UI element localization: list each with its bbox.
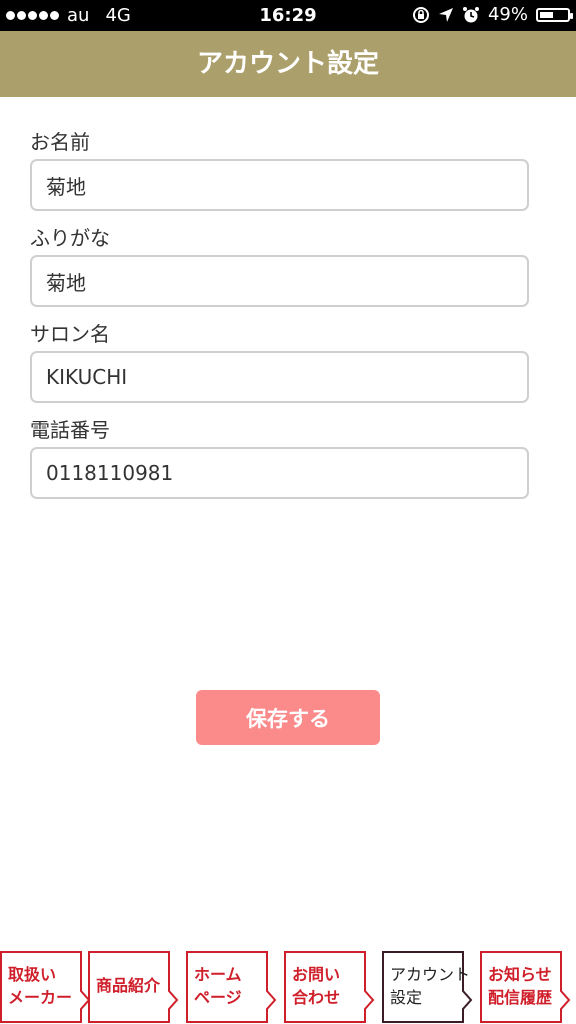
tab-account-settings[interactable]: アカウント 設定 xyxy=(382,951,474,1023)
status-right: 49% xyxy=(412,4,573,25)
phone-input[interactable] xyxy=(30,447,529,499)
tab-homepage-line1: ホーム xyxy=(194,965,242,984)
location-arrow-icon xyxy=(438,7,453,22)
tab-contact-line2: 合わせ xyxy=(292,988,341,1007)
bottom-tab-bar: 取扱い メーカー 商品紹介 ホーム ページ お問い 合わせ アカウント 設定 お… xyxy=(0,950,576,1024)
rotation-lock-icon xyxy=(412,6,429,23)
page-header: アカウント設定 xyxy=(0,31,576,97)
tab-account-settings-label: アカウント 設定 xyxy=(390,963,470,1009)
tab-makers-line2: メーカー xyxy=(8,988,73,1007)
tab-makers[interactable]: 取扱い メーカー xyxy=(0,951,92,1023)
save-button[interactable]: 保存する xyxy=(196,690,380,745)
tab-homepage-line2: ページ xyxy=(194,988,242,1007)
tab-notifications-label: お知らせ 配信履歴 xyxy=(488,963,552,1009)
tab-products-line1: 商品紹介 xyxy=(96,976,161,995)
status-bar: au 4G 16:29 49% xyxy=(0,0,576,31)
phone-field-group: 電話番号 xyxy=(30,413,529,509)
name-label: お名前 xyxy=(30,130,90,154)
salon-name-input[interactable] xyxy=(30,351,529,403)
tab-notifications[interactable]: お知らせ 配信履歴 xyxy=(480,951,572,1023)
tab-contact[interactable]: お問い 合わせ xyxy=(284,951,376,1023)
battery-fill xyxy=(540,11,553,18)
account-form: お名前 ふりがな サロン名 電話番号 xyxy=(30,125,529,509)
tab-makers-label: 取扱い メーカー xyxy=(8,963,72,1009)
page-title: アカウント設定 xyxy=(196,49,379,79)
tab-products-label: 商品紹介 xyxy=(96,974,160,997)
tab-contact-label: お問い 合わせ xyxy=(292,963,340,1009)
furigana-input[interactable] xyxy=(30,255,529,307)
name-field-group: お名前 xyxy=(30,125,529,221)
tab-account-settings-line2: 設定 xyxy=(390,988,423,1007)
alarm-icon xyxy=(462,6,479,22)
tab-makers-line1: 取扱い xyxy=(8,965,57,984)
tab-contact-line1: お問い xyxy=(292,965,341,984)
furigana-field-group: ふりがな xyxy=(30,221,529,317)
tab-notifications-line1: お知らせ xyxy=(488,965,552,984)
salon-name-label: サロン名 xyxy=(30,322,110,346)
battery-percent: 49% xyxy=(487,4,528,25)
battery-icon xyxy=(536,7,573,22)
tab-account-settings-line1: アカウント xyxy=(390,965,471,984)
tab-products[interactable]: 商品紹介 xyxy=(88,951,180,1023)
tab-notifications-line2: 配信履歴 xyxy=(488,988,553,1007)
salon-field-group: サロン名 xyxy=(30,317,529,413)
tab-homepage-label: ホーム ページ xyxy=(194,963,242,1009)
phone-label: 電話番号 xyxy=(30,418,110,442)
tab-homepage[interactable]: ホーム ページ xyxy=(186,951,278,1023)
furigana-label: ふりがな xyxy=(30,226,110,250)
name-input[interactable] xyxy=(30,159,529,211)
